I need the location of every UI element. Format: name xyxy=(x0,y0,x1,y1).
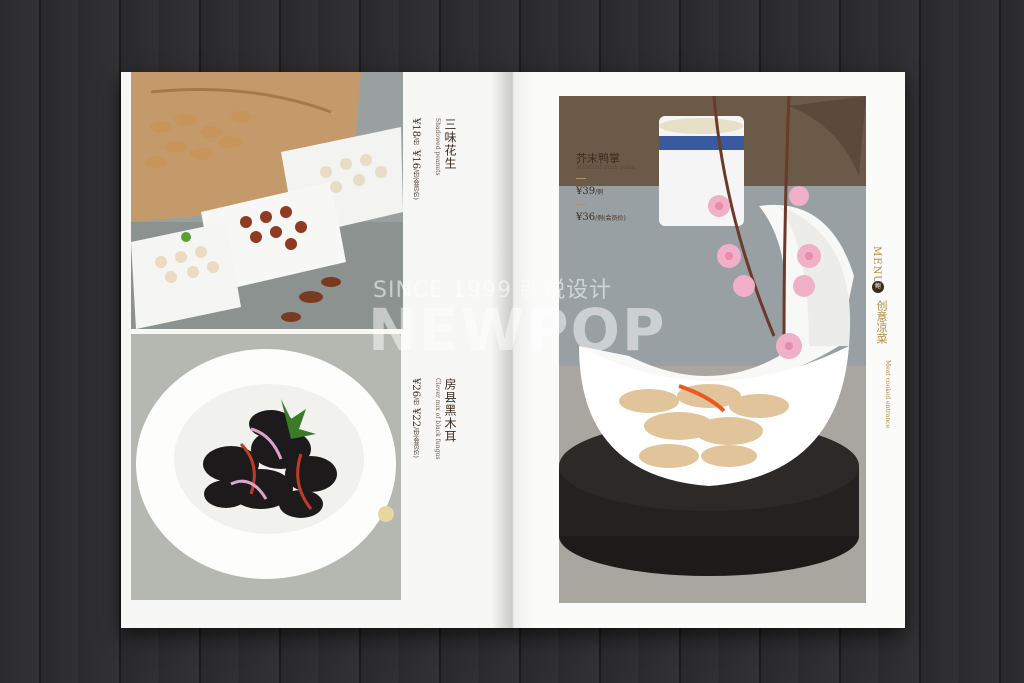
fungus-price-unit: /份 xyxy=(412,397,419,406)
side-category-english: Meat cooked entrance xyxy=(884,360,891,429)
peanuts-member-price-value: ¥16 xyxy=(410,150,421,170)
fungus-price-value: ¥26 xyxy=(410,378,421,398)
black-fungus-photo xyxy=(131,334,401,600)
duck-palm-member-price: ¥36/例(会员价) xyxy=(576,212,626,223)
divider xyxy=(576,178,586,179)
side-menu-label: MENU xyxy=(871,246,882,285)
fungus-name: 房县黑木耳 xyxy=(443,378,457,443)
fungus-price: ¥26/份 xyxy=(410,378,421,405)
duck-palm-member-price-value: ¥36 xyxy=(576,212,596,223)
duck-palm-price-unit: /例 xyxy=(595,189,604,196)
peanuts-price-unit: /份 xyxy=(412,137,419,146)
duck-palm-price-value: ¥39 xyxy=(576,186,596,197)
side-brand-mark: 鲍 xyxy=(872,281,884,293)
peanuts-name: 三味花生 xyxy=(443,118,457,170)
divider xyxy=(576,204,586,205)
peanuts-price: ¥18/份 xyxy=(410,118,421,145)
watermark-logo: NEWPOP xyxy=(368,296,667,364)
peanuts-member-price-unit: /份(会员价) xyxy=(412,169,419,200)
peanuts-photo xyxy=(131,72,403,329)
duck-palm-member-price-unit: /例(会员价) xyxy=(595,215,626,222)
peanuts-member-price: ¥16/份(会员价) xyxy=(410,150,421,200)
fungus-english: Clever mix of black fungus xyxy=(434,378,441,460)
peanuts-price-value: ¥18 xyxy=(410,118,421,138)
side-category: 创意凉菜 xyxy=(875,300,888,344)
duck-palm-english: Mustard duck palm xyxy=(576,164,636,171)
fungus-member-price-unit: /份(会员价) xyxy=(412,427,419,458)
fungus-member-price: ¥22/份(会员价) xyxy=(410,408,421,458)
peanuts-english: Shadowed peanuts xyxy=(434,118,441,176)
fungus-member-price-value: ¥22 xyxy=(410,408,421,428)
duck-palm-price: ¥39/例 xyxy=(576,186,603,197)
